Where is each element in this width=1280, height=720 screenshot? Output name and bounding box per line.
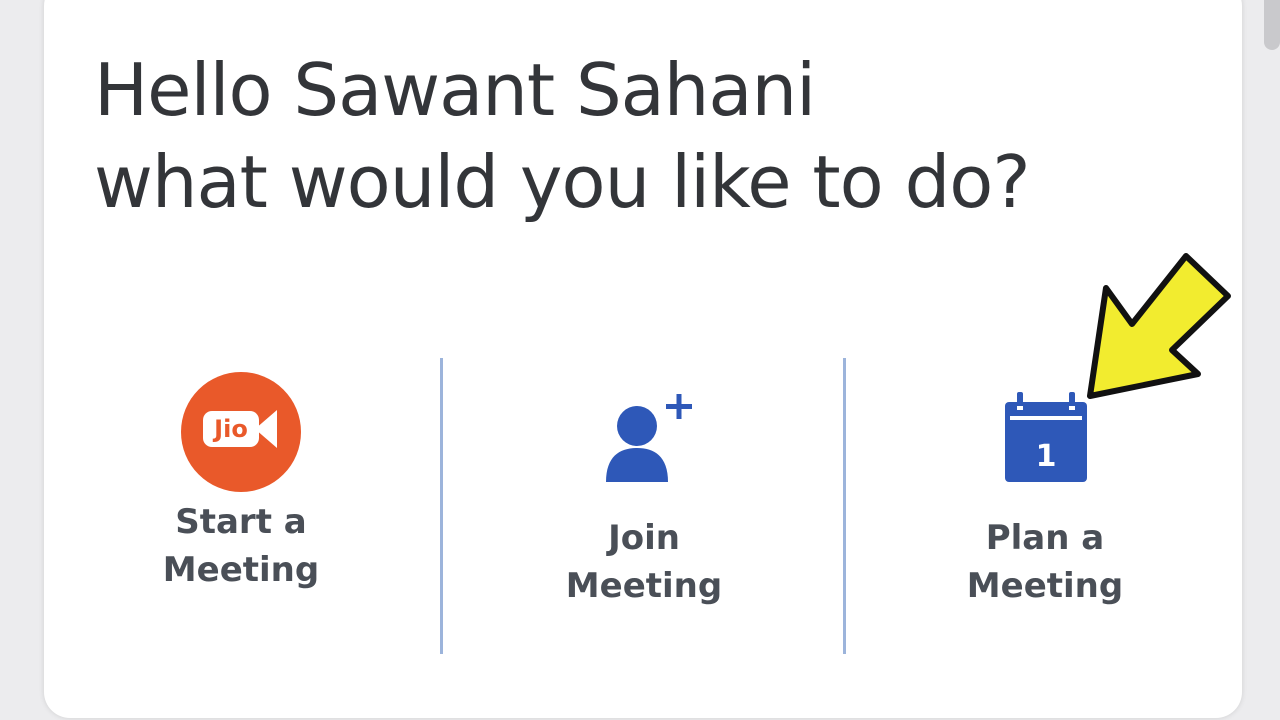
add-person-icon (582, 370, 706, 494)
screen: Hello Sawant Sahani what would you like … (0, 0, 1280, 720)
join-meeting-button[interactable]: Join Meeting (514, 370, 774, 610)
start-meeting-label: Start a Meeting (162, 502, 320, 590)
video-camera-lens (255, 410, 277, 448)
divider (440, 358, 443, 654)
plan-meeting-label: Plan a Meeting (966, 518, 1124, 606)
scrollbar-thumb[interactable] (1264, 0, 1280, 50)
greeting-line-1: Hello Sawant Sahani (94, 48, 816, 132)
jio-video-icon: Jio (179, 370, 303, 494)
greeting-heading: Hello Sawant Sahani what would you like … (94, 44, 1031, 228)
add-person-svg (606, 394, 692, 482)
greeting-line-2: what would you like to do? (94, 140, 1031, 224)
join-meeting-label: Join Meeting (565, 518, 723, 606)
plan-meeting-button[interactable]: 1 Plan a Meeting (915, 370, 1175, 610)
jio-logo-text: Jio (203, 411, 259, 447)
calendar-day-number: 1 (1036, 439, 1057, 474)
annotation-arrow-icon (1087, 253, 1231, 399)
divider (843, 358, 846, 654)
start-meeting-button[interactable]: Jio Start a Meeting (111, 370, 371, 594)
